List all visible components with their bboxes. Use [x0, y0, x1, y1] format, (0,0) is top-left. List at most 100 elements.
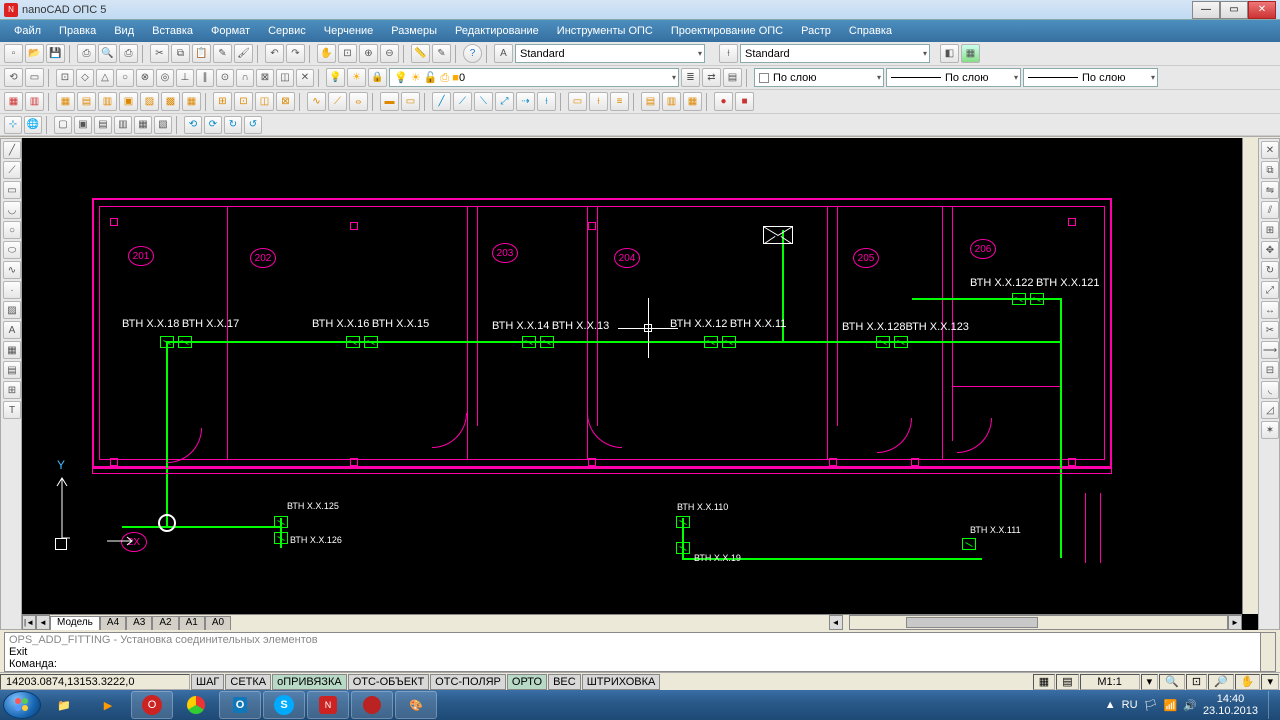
draw-block-icon[interactable]: ⊞	[3, 381, 21, 399]
ops2-icon[interactable]: ▥	[25, 92, 44, 111]
wire1-icon[interactable]: ∿	[307, 92, 326, 111]
layeriso-icon[interactable]: ▤	[723, 68, 742, 87]
hsb-right[interactable]: ►	[1228, 615, 1242, 630]
tray-vol-icon[interactable]: 🔊	[1183, 699, 1197, 712]
snap4-icon[interactable]: ○	[116, 69, 134, 87]
line5-icon[interactable]: ⇢	[516, 92, 535, 111]
zoom-out-status[interactable]: 🔍	[1159, 674, 1185, 690]
wire3-icon[interactable]: ⦵	[349, 92, 368, 111]
draw-point-icon[interactable]: ·	[3, 281, 21, 299]
doc2-icon[interactable]: ▥	[662, 92, 681, 111]
status-end[interactable]: ▾	[1261, 674, 1279, 690]
draw-hatch-icon[interactable]: ▨	[3, 301, 21, 319]
task-skype[interactable]: S	[263, 691, 305, 719]
snap8-icon[interactable]: ∥	[196, 69, 214, 87]
mtab-prev[interactable]: ◄	[36, 615, 50, 630]
mod-erase-icon[interactable]: ✕	[1261, 141, 1279, 159]
dim-style-combo[interactable]: Standard	[740, 44, 930, 63]
status-icon-1[interactable]: ▦	[1033, 674, 1055, 690]
snap-off-icon[interactable]: ✕	[296, 69, 314, 87]
task-app2[interactable]	[351, 691, 393, 719]
calc1-icon[interactable]: ▭	[568, 92, 587, 111]
task-outlook[interactable]: O	[219, 691, 261, 719]
task-explorer[interactable]: 📁	[43, 691, 85, 719]
linetype-combo[interactable]: По слою	[1023, 68, 1158, 87]
ops9-icon[interactable]: ▦	[182, 92, 201, 111]
select-icon[interactable]: ▭	[25, 68, 44, 87]
pan-status[interactable]: ✋	[1235, 674, 1261, 690]
scale-readout[interactable]: М1:1	[1080, 674, 1140, 690]
tray-net-icon[interactable]: 📶	[1164, 699, 1178, 712]
mod-fillet-icon[interactable]: ◟	[1261, 381, 1279, 399]
task-chrome[interactable]	[175, 691, 217, 719]
draw-region-icon[interactable]: ▦	[3, 341, 21, 359]
menu-tools-ops[interactable]: Инструменты ОПС	[549, 23, 661, 39]
mod-scale-icon[interactable]: ⤢	[1261, 281, 1279, 299]
mod-stretch-icon[interactable]: ↔	[1261, 301, 1279, 319]
draw-pline-icon[interactable]: ⟋	[3, 161, 21, 179]
ops6-icon[interactable]: ▣	[119, 92, 138, 111]
mtab-model[interactable]: Модель	[50, 616, 100, 630]
mod-array-icon[interactable]: ⊞	[1261, 221, 1279, 239]
world-icon[interactable]: 🌐	[24, 116, 42, 134]
dimstyle-icon[interactable]: ⟊	[719, 44, 738, 63]
zoom-win-icon[interactable]: ⊡	[338, 44, 357, 63]
snap6-icon[interactable]: ◎	[156, 69, 174, 87]
mtab-a3[interactable]: A3	[126, 616, 152, 630]
freeze-icon[interactable]: ☀	[347, 68, 366, 87]
draw-circle-icon[interactable]: ○	[3, 221, 21, 239]
reset-icon[interactable]: ⟲	[4, 68, 23, 87]
styleA-icon[interactable]: A	[494, 44, 513, 63]
ops5-icon[interactable]: ▥	[98, 92, 117, 111]
gen1-icon[interactable]: ▬	[380, 92, 399, 111]
start-button[interactable]	[3, 691, 41, 719]
draw-table-icon[interactable]: ▤	[3, 361, 21, 379]
rot3-icon[interactable]: ↻	[224, 116, 242, 134]
drawing-canvas[interactable]: 201 202 203 204 205 206 2X	[22, 138, 1258, 630]
menu-project-ops[interactable]: Проектирование ОПС	[663, 23, 791, 39]
snap11-icon[interactable]: ⊠	[256, 69, 274, 87]
new-icon[interactable]: ▫	[4, 44, 23, 63]
menu-service[interactable]: Сервис	[260, 23, 314, 39]
help-icon[interactable]: ?	[463, 44, 482, 63]
mod-chamfer-icon[interactable]: ◿	[1261, 401, 1279, 419]
toggle-orto[interactable]: ОРТО	[507, 674, 547, 690]
view3-icon[interactable]: ▤	[94, 116, 112, 134]
hsb-left[interactable]: ◄	[829, 615, 843, 630]
mod-break-icon[interactable]: ⊟	[1261, 361, 1279, 379]
line2-icon[interactable]: ⟋	[453, 92, 472, 111]
zoom-in-status[interactable]: 🔎	[1208, 674, 1234, 690]
vscrollbar[interactable]	[1242, 138, 1258, 614]
undo-icon[interactable]: ↶	[265, 44, 284, 63]
ucs-icon[interactable]: ⊹	[4, 116, 22, 134]
ops8-icon[interactable]: ▩	[161, 92, 180, 111]
doc1-icon[interactable]: ▤	[641, 92, 660, 111]
ops1-icon[interactable]: ▦	[4, 92, 23, 111]
snap12-icon[interactable]: ◫	[276, 69, 294, 87]
tray-clock[interactable]: 14:4023.10.2013	[1203, 693, 1258, 717]
save-icon[interactable]: 💾	[46, 44, 65, 63]
draw-line-icon[interactable]: ╱	[3, 141, 21, 159]
brush-icon[interactable]: 🖌	[234, 44, 253, 63]
opsC-icon[interactable]: ◫	[255, 92, 274, 111]
rot4-icon[interactable]: ↺	[244, 116, 262, 134]
text-style-combo[interactable]: Standard	[515, 44, 705, 63]
toggle-setka[interactable]: СЕТКА	[225, 674, 271, 690]
rot1-icon[interactable]: ⟲	[184, 116, 202, 134]
lineweight-combo[interactable]: По слою	[886, 68, 1021, 87]
snap1-icon[interactable]: ⊡	[56, 69, 74, 87]
menu-help[interactable]: Справка	[841, 23, 900, 39]
mod-rotate-icon[interactable]: ↻	[1261, 261, 1279, 279]
toggle-oprivyazka[interactable]: оПРИВЯЗКА	[272, 674, 347, 690]
task-paint[interactable]: 🎨	[395, 691, 437, 719]
menu-file[interactable]: Файл	[6, 23, 49, 39]
copy-icon[interactable]: ⧉	[171, 44, 190, 63]
wire2-icon[interactable]: ⟋	[328, 92, 347, 111]
ops4-icon[interactable]: ▤	[77, 92, 96, 111]
redo-icon[interactable]: ↷	[286, 44, 305, 63]
view2-icon[interactable]: ▣	[74, 116, 92, 134]
rot2-icon[interactable]: ⟳	[204, 116, 222, 134]
preview-icon[interactable]: 🔍	[98, 44, 117, 63]
view4-icon[interactable]: ▥	[114, 116, 132, 134]
mod-move-icon[interactable]: ✥	[1261, 241, 1279, 259]
